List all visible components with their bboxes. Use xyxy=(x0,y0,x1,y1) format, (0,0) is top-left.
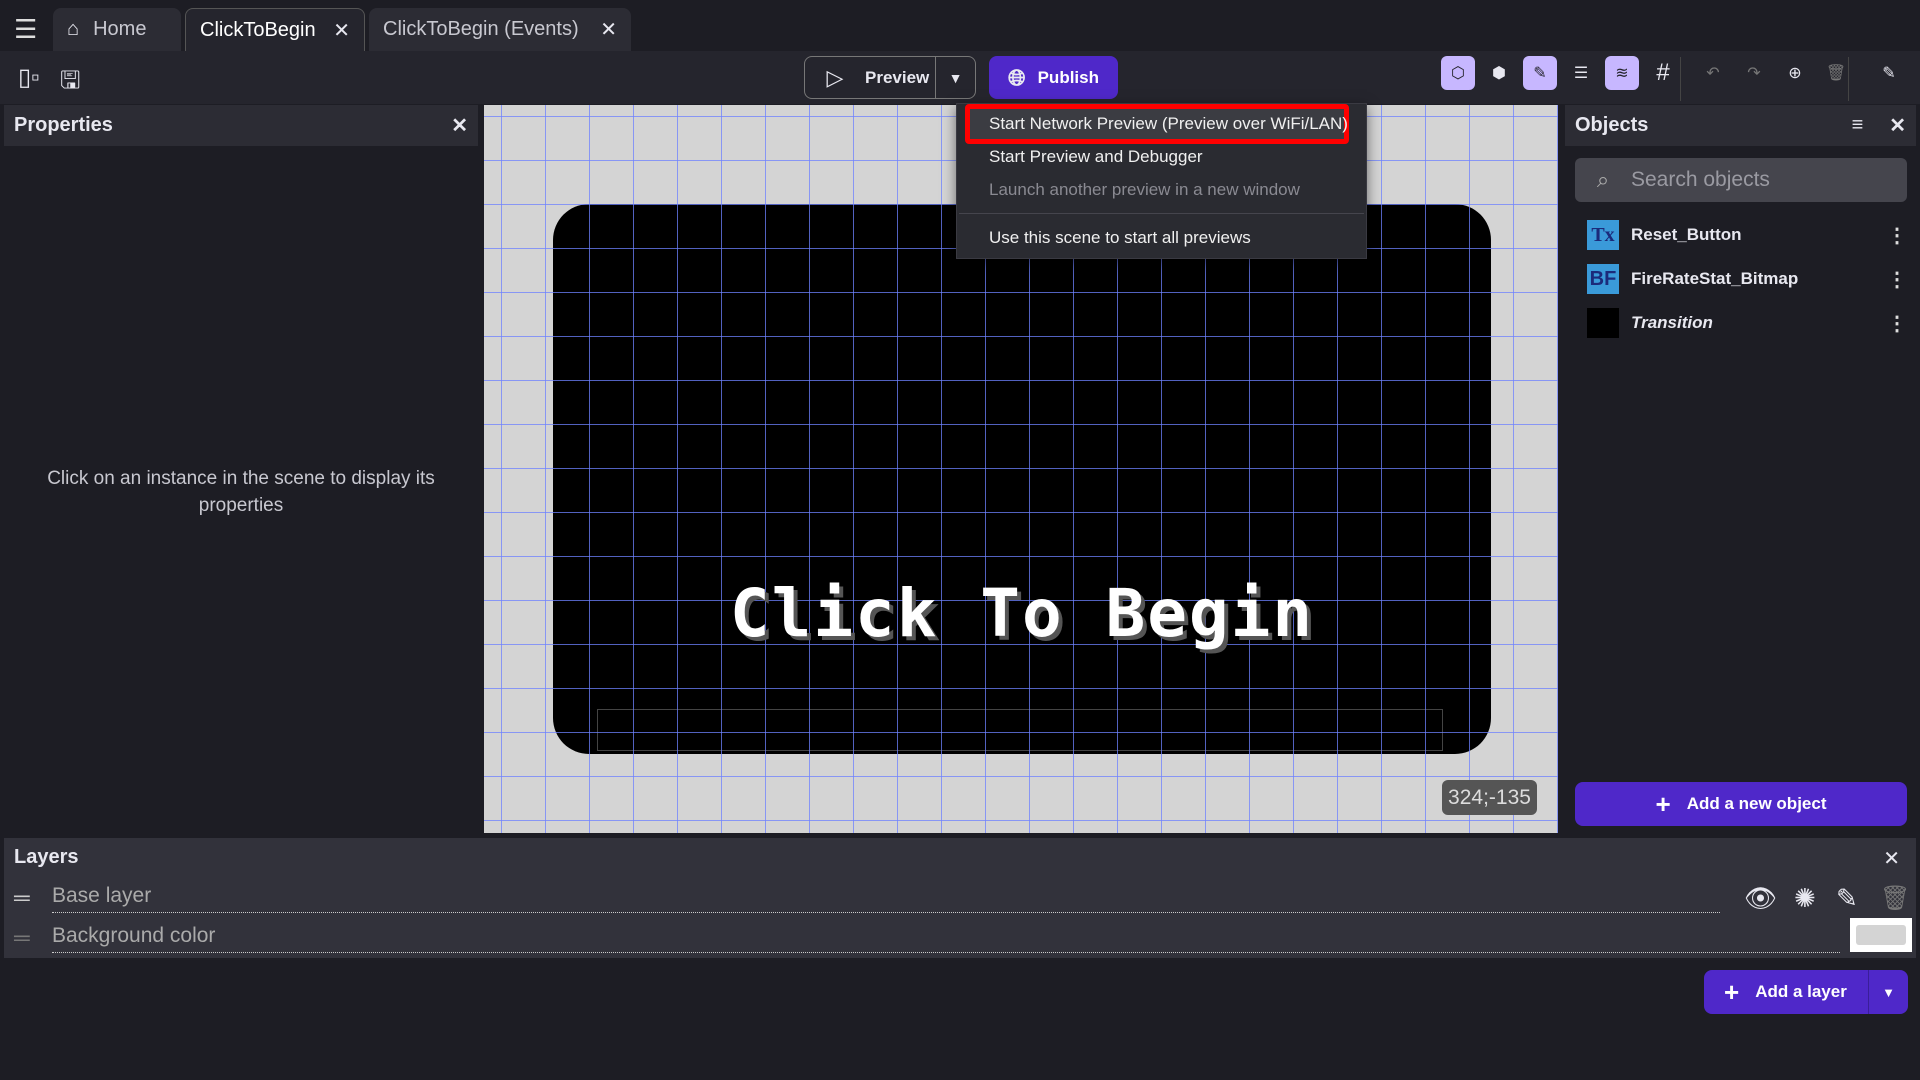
search-objects-field[interactable]: ⌕ Search objects xyxy=(1575,158,1907,202)
layer-row-background-color[interactable]: ═ Background color xyxy=(0,918,1920,958)
more-options-icon[interactable]: ⋮ xyxy=(1887,223,1907,248)
filter-icon[interactable]: ≡ xyxy=(1852,113,1864,138)
background-color-swatch[interactable] xyxy=(1850,918,1912,952)
menu-item-launch-new-window: Launch another preview in a new window xyxy=(989,180,1300,199)
properties-empty-text: Click on an instance in the scene to dis… xyxy=(47,468,435,516)
add-layer-button[interactable]: + Add a layer ▼ xyxy=(1704,970,1908,1014)
layer-name: Background color xyxy=(52,924,1840,953)
bitmap-text-object-icon: BF xyxy=(1587,264,1619,294)
save-icon[interactable]: 🖫 xyxy=(60,63,80,104)
panel-title: Properties xyxy=(14,114,113,136)
close-icon[interactable]: ✕ xyxy=(333,18,350,43)
trash-icon[interactable]: 🗑︎ xyxy=(1880,884,1910,913)
scene-inner-frame xyxy=(597,709,1443,751)
add-new-object-button[interactable]: + Add a new object xyxy=(1575,782,1907,826)
scene-properties-icon[interactable]: ✎ xyxy=(1872,56,1906,90)
objects-panel-toggle-icon[interactable]: ⬡ xyxy=(1441,56,1475,90)
search-icon: ⌕ xyxy=(1596,167,1610,192)
close-icon[interactable]: ✕ xyxy=(1883,846,1900,871)
menu-item-preview-debugger[interactable]: Start Preview and Debugger xyxy=(989,147,1203,167)
preview-button[interactable]: ▷ Preview ▼ xyxy=(804,56,976,99)
lighting-icon[interactable]: ✺ xyxy=(1794,883,1816,914)
close-icon[interactable]: ✕ xyxy=(600,17,617,42)
tab-bar: ☰ ⌂ Home ClickToBegin ✕ ClickToBegin (Ev… xyxy=(0,0,1920,51)
pencil-icon[interactable]: ✎ xyxy=(1836,883,1858,914)
divider xyxy=(1848,57,1849,101)
menu-item-use-scene-all-previews[interactable]: Use this scene to start all previews xyxy=(989,228,1251,248)
add-object-label: Add a new object xyxy=(1686,794,1827,813)
redo-icon[interactable]: ↷ xyxy=(1737,56,1771,90)
divider xyxy=(1680,57,1681,101)
undo-icon[interactable]: ↶ xyxy=(1696,56,1730,90)
preview-options-menu: Start Network Preview (Preview over WiFi… xyxy=(956,103,1367,259)
text-object-icon: Tx xyxy=(1587,220,1619,250)
transition-object-icon xyxy=(1587,308,1619,338)
properties-header: Properties ✕ xyxy=(4,105,478,146)
menu-divider xyxy=(959,213,1364,214)
more-options-icon[interactable]: ⋮ xyxy=(1887,267,1907,292)
chevron-down-icon[interactable]: ▼ xyxy=(1868,970,1908,1014)
layer-row-base[interactable]: ═ Base layer 👁︎ ✺ ✎ 🗑︎ xyxy=(0,878,1920,918)
chevron-down-icon[interactable]: ▼ xyxy=(935,57,975,98)
plus-icon: + xyxy=(1655,788,1671,819)
objects-header: Objects ≡ ✕ xyxy=(1565,105,1916,146)
panel-title: Layers xyxy=(14,846,79,868)
preview-label: Preview xyxy=(865,67,930,87)
properties-edit-icon[interactable]: ✎ xyxy=(1523,56,1557,90)
scene-button-background xyxy=(553,204,1491,754)
objects-panel: Objects ≡ ✕ xyxy=(1565,105,1916,833)
object-item-transition[interactable]: Transition ⋮ xyxy=(1587,306,1907,340)
grid-icon[interactable]: # xyxy=(1646,56,1680,90)
drag-handle-icon[interactable]: ═ xyxy=(14,885,30,911)
add-layer-label: Add a layer xyxy=(1755,982,1847,1001)
object-item-fireratestat-bitmap[interactable]: BF FireRateStat_Bitmap ⋮ xyxy=(1587,262,1907,296)
panels-layout-icon[interactable]: ▯▫ xyxy=(18,63,40,92)
tab-label: ClickToBegin xyxy=(200,18,316,41)
play-icon: ▷ xyxy=(826,64,844,90)
menu-icon[interactable]: ☰ xyxy=(14,14,37,45)
menu-item-network-preview[interactable]: Start Network Preview (Preview over WiFi… xyxy=(989,114,1348,134)
tab-home[interactable]: ⌂ Home xyxy=(53,8,181,51)
close-icon[interactable]: ✕ xyxy=(1889,113,1906,138)
eye-icon[interactable]: 👁︎ xyxy=(1744,883,1777,914)
object-name: FireRateStat_Bitmap xyxy=(1631,269,1799,288)
tab-events[interactable]: ClickToBegin (Events) ✕ xyxy=(369,8,631,51)
object-item-reset-button[interactable]: Tx Reset_Button ⋮ xyxy=(1587,218,1907,252)
search-placeholder: Search objects xyxy=(1631,168,1770,191)
layers-icon[interactable]: ≋ xyxy=(1605,56,1639,90)
publish-label: Publish xyxy=(1037,67,1099,87)
plus-icon: + xyxy=(1724,976,1740,1007)
tab-clicktobegin[interactable]: ClickToBegin ✕ xyxy=(185,8,365,51)
tab-label: Home xyxy=(93,18,147,40)
globe-icon: 🌐︎ xyxy=(1007,64,1026,90)
instances-list-icon[interactable]: ☰ xyxy=(1564,56,1598,90)
properties-panel: Properties ✕ Click on an instance in the… xyxy=(4,105,478,833)
scene-title-text[interactable]: Click To Begin xyxy=(553,575,1491,652)
layer-name-input[interactable]: Base layer xyxy=(52,884,1720,913)
drag-handle-icon: ═ xyxy=(14,925,30,950)
object-groups-icon[interactable]: ⬢ xyxy=(1482,56,1516,90)
publish-button[interactable]: 🌐︎ Publish xyxy=(989,56,1118,99)
home-icon: ⌂ xyxy=(67,18,80,40)
zoom-icon[interactable]: ⊕ xyxy=(1778,56,1812,90)
cursor-coordinates: 324;-135 xyxy=(1442,780,1537,815)
more-options-icon[interactable]: ⋮ xyxy=(1887,311,1907,336)
panel-title: Objects xyxy=(1575,114,1649,136)
close-icon[interactable]: ✕ xyxy=(451,113,468,138)
object-name: Transition xyxy=(1631,313,1713,332)
tab-label: ClickToBegin (Events) xyxy=(383,18,579,40)
object-name: Reset_Button xyxy=(1631,225,1742,244)
